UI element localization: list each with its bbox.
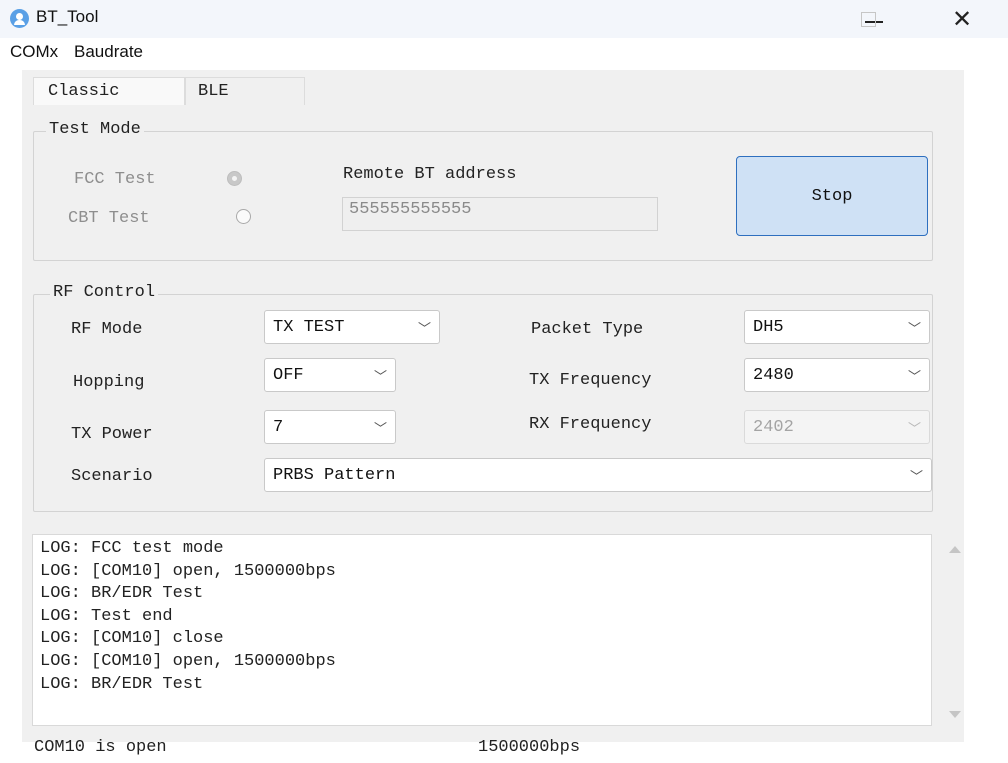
packet-type-label: Packet Type bbox=[531, 320, 644, 339]
log-scrollbar[interactable] bbox=[945, 536, 963, 724]
scenario-label: Scenario bbox=[71, 467, 153, 486]
scroll-down-icon[interactable] bbox=[949, 711, 961, 718]
chevron-down-icon: ﹀ bbox=[417, 321, 431, 337]
hopping-select[interactable]: OFF ﹀ bbox=[264, 358, 396, 392]
close-icon: ✕ bbox=[951, 5, 973, 33]
remote-bt-address-label: Remote BT address bbox=[343, 165, 517, 184]
hopping-label: Hopping bbox=[73, 373, 145, 392]
rf-mode-label: RF Mode bbox=[71, 320, 143, 339]
packet-type-select[interactable]: DH5 ﹀ bbox=[744, 310, 930, 344]
log-line: LOG: [COM10] open, 1500000bps bbox=[40, 651, 336, 671]
fcc-test-label: FCC Test bbox=[74, 170, 156, 189]
tx-frequency-select[interactable]: 2480 ﹀ bbox=[744, 358, 930, 392]
status-baud: 1500000bps bbox=[478, 738, 581, 757]
log-line: LOG: FCC test mode bbox=[40, 539, 224, 558]
log-line: LOG: [COM10] open, 1500000bps bbox=[40, 561, 336, 581]
chevron-down-icon: ﹀ bbox=[907, 321, 921, 337]
menu-comx[interactable]: COMx bbox=[10, 42, 58, 62]
tx-frequency-value: 2480 bbox=[753, 365, 794, 385]
hopping-value: OFF bbox=[273, 365, 304, 385]
menu-bar bbox=[0, 38, 1008, 66]
test-mode-title: Test Mode bbox=[46, 120, 144, 139]
chevron-down-icon: ﹀ bbox=[909, 469, 923, 485]
tab-ble[interactable]: BLE bbox=[185, 77, 305, 105]
tx-frequency-label: TX Frequency bbox=[529, 371, 652, 390]
rf-mode-select[interactable]: TX TEST ﹀ bbox=[264, 310, 440, 344]
chevron-down-icon: ﹀ bbox=[373, 369, 387, 385]
cbt-test-radio[interactable] bbox=[236, 209, 251, 224]
tx-power-label: TX Power bbox=[71, 425, 153, 444]
rx-frequency-label: RX Frequency bbox=[529, 415, 652, 434]
log-line: LOG: BR/EDR Test bbox=[40, 584, 204, 604]
cbt-test-label: CBT Test bbox=[68, 209, 150, 228]
scroll-up-icon[interactable] bbox=[949, 546, 961, 553]
maximize-icon bbox=[860, 11, 876, 27]
status-port: COM10 is open bbox=[34, 738, 167, 757]
tx-power-value: 7 bbox=[273, 417, 284, 437]
window-title: BT_Tool bbox=[36, 7, 99, 26]
tx-power-select[interactable]: 7 ﹀ bbox=[264, 410, 396, 444]
app-icon bbox=[10, 9, 29, 28]
rx-frequency-select: 2402 ﹀ bbox=[744, 410, 930, 444]
rx-frequency-value: 2402 bbox=[753, 417, 794, 437]
maximize-button-area[interactable] bbox=[838, 0, 898, 38]
chevron-down-icon: ﹀ bbox=[907, 369, 921, 385]
close-button[interactable]: ✕ bbox=[932, 0, 992, 38]
log-line: LOG: Test end bbox=[40, 606, 173, 626]
chevron-down-icon: ﹀ bbox=[907, 421, 921, 437]
chevron-down-icon: ﹀ bbox=[373, 421, 387, 437]
packet-type-value: DH5 bbox=[753, 317, 784, 337]
remote-bt-address-input[interactable]: 555555555555 bbox=[342, 197, 658, 231]
scenario-select[interactable]: PRBS Pattern ﹀ bbox=[264, 458, 932, 492]
fcc-test-radio[interactable] bbox=[227, 171, 242, 186]
rf-control-title: RF Control bbox=[50, 283, 159, 302]
log-lines: LOG: FCC test mode LOG: [COM10] open, 15… bbox=[40, 538, 336, 696]
rf-mode-value: TX TEST bbox=[273, 317, 345, 337]
scenario-value: PRBS Pattern bbox=[273, 465, 396, 485]
log-line: LOG: BR/EDR Test bbox=[40, 674, 204, 694]
stop-button[interactable]: Stop bbox=[736, 156, 928, 236]
menu-baudrate[interactable]: Baudrate bbox=[74, 42, 143, 62]
tab-classic[interactable]: Classic bbox=[33, 77, 185, 105]
log-line: LOG: [COM10] close bbox=[40, 629, 224, 649]
